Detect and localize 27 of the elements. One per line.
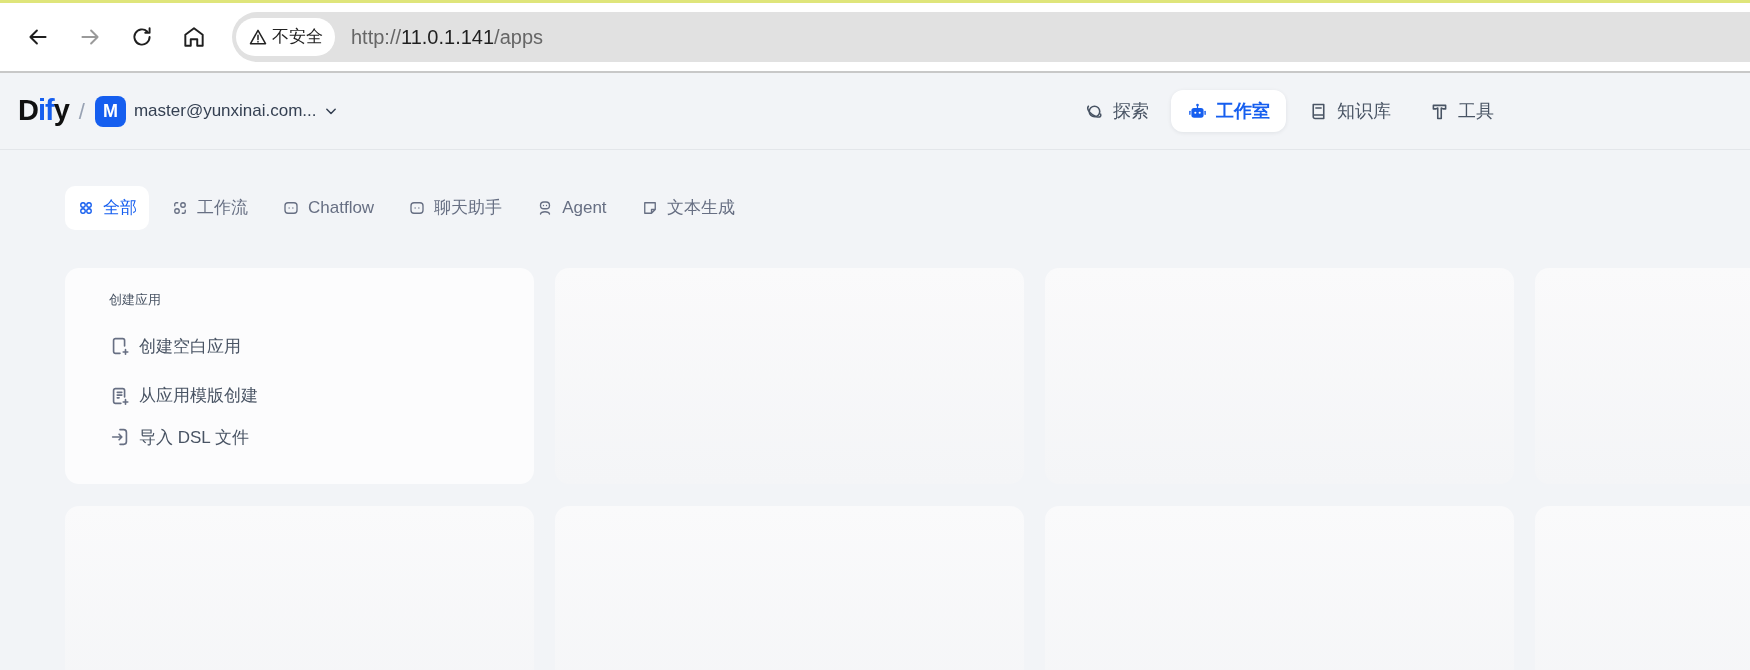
nav-tab[interactable]: 工具: [1413, 90, 1510, 132]
workspace-avatar: M: [94, 95, 126, 127]
category-tab[interactable]: 全部: [65, 186, 149, 230]
nav-tab[interactable]: 工作室: [1171, 90, 1286, 132]
nav-tab[interactable]: 探索: [1068, 90, 1165, 132]
create-option[interactable]: 从应用模版创建: [109, 383, 534, 409]
address-bar[interactable]: 不安全 http://11.0.1.141/apps: [232, 12, 1750, 62]
workflow-icon: [171, 199, 189, 217]
nav-tab[interactable]: 知识库: [1292, 90, 1407, 132]
url-text: http://11.0.1.141/apps: [351, 25, 543, 50]
home-icon: [181, 24, 207, 50]
grid-icon: [77, 199, 95, 217]
warning-icon: [248, 27, 268, 47]
breadcrumb-divider: /: [78, 97, 85, 126]
create-option[interactable]: 创建空白应用: [109, 333, 534, 359]
category-tab[interactable]: 工作流: [159, 186, 260, 230]
security-chip[interactable]: 不安全: [236, 18, 335, 56]
workspace-selector[interactable]: master@yunxinai.com...: [133, 98, 341, 124]
category-tab[interactable]: Agent: [524, 186, 619, 230]
category-tab[interactable]: 文本生成: [628, 186, 747, 230]
create-option[interactable]: 导入 DSL 文件: [109, 424, 534, 450]
chat-icon: [282, 199, 300, 217]
category-tab[interactable]: Chatflow: [270, 186, 387, 230]
logo[interactable]: Dify: [18, 89, 69, 133]
category-tab[interactable]: 聊天助手: [396, 186, 515, 230]
card-title: 创建应用: [109, 291, 162, 309]
chat-icon: [408, 199, 427, 217]
